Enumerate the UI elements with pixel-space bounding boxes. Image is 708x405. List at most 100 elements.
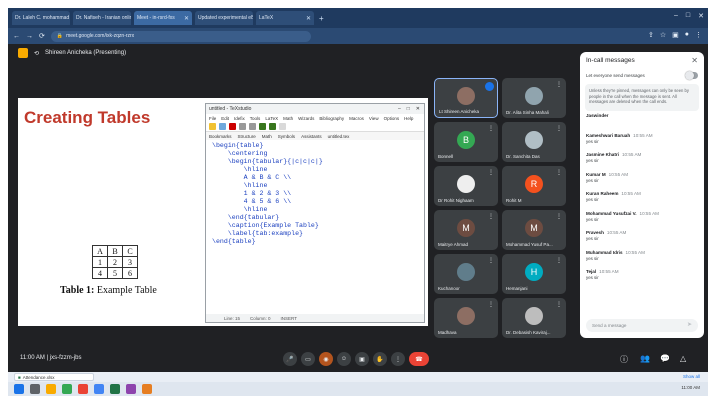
editor-panel-tab[interactable]: Symbols	[278, 134, 295, 139]
share-icon[interactable]: ⇪	[648, 31, 654, 39]
word-icon[interactable]	[94, 384, 104, 394]
editor-maximize-icon[interactable]: □	[407, 106, 410, 112]
tile-more-icon[interactable]: ⋮	[488, 301, 494, 308]
tab-close-icon[interactable]: ✕	[306, 15, 311, 22]
code-area[interactable]: \begin{table} \centering \begin{tabular}…	[206, 140, 424, 316]
editor-menu-item[interactable]: Idefix	[234, 116, 245, 121]
editor-panel-tab[interactable]: untitled.tex	[328, 134, 350, 139]
participant-tile[interactable]: M Maitrye Ahmad ⋮	[434, 210, 498, 250]
tile-more-icon[interactable]: ⋮	[556, 213, 562, 220]
raise-hand-icon[interactable]: ✋	[373, 352, 387, 366]
editor-menu-item[interactable]: Help	[404, 116, 413, 121]
editor-minimize-icon[interactable]: –	[398, 106, 401, 112]
microphone-icon[interactable]: 🎤	[283, 352, 297, 366]
forward-icon[interactable]: →	[26, 33, 33, 40]
minimize-icon[interactable]: –	[674, 12, 678, 20]
reload-icon[interactable]: ⟳	[39, 32, 45, 40]
editor-close-icon[interactable]: ✕	[416, 106, 420, 112]
tile-more-icon[interactable]: ⋮	[556, 169, 562, 176]
participant-tile[interactable]: Madhava ⋮	[434, 298, 498, 338]
editor-menu-item[interactable]: Options	[384, 116, 400, 121]
extensions-icon[interactable]: ▣	[672, 31, 679, 39]
browser-tab[interactable]: LaTeX ✕	[256, 11, 314, 25]
participant-tile[interactable]: Dr Rohit Nighaam ⋮	[434, 166, 498, 206]
browser-tab[interactable]: Dr. Nafiseh - Iranian online event✕	[73, 11, 131, 25]
tile-more-icon[interactable]: ⋮	[556, 301, 562, 308]
editor-menu-item[interactable]: Macros	[349, 116, 364, 121]
editor-menu-item[interactable]: View	[369, 116, 379, 121]
message-permission-toggle[interactable]	[685, 70, 698, 80]
menu-icon[interactable]: ⋮	[695, 31, 702, 39]
build-icon[interactable]	[259, 123, 266, 130]
texstudio-icon[interactable]	[126, 384, 136, 394]
star-icon[interactable]: ☆	[660, 31, 666, 39]
editor-menu-item[interactable]: Bibliography	[319, 116, 344, 121]
camera-icon[interactable]: ▭	[301, 352, 315, 366]
profile-icon[interactable]: ●	[685, 31, 689, 39]
chrome-icon[interactable]	[62, 384, 72, 394]
start-icon[interactable]	[14, 384, 24, 394]
people-icon[interactable]: 👥	[640, 354, 650, 363]
powerpoint-icon[interactable]	[142, 384, 152, 394]
tile-more-icon[interactable]: ⋮	[488, 169, 494, 176]
excel-icon[interactable]	[110, 384, 120, 394]
show-all-link[interactable]: Show all	[683, 374, 700, 379]
editor-menu-item[interactable]: File	[209, 116, 216, 121]
editor-panel-tab[interactable]: Math	[262, 134, 272, 139]
app-icon[interactable]	[78, 384, 88, 394]
open-file-icon[interactable]	[219, 123, 226, 130]
tile-more-icon[interactable]: ⋮	[488, 125, 494, 132]
editor-panel-tab[interactable]: Assistants	[301, 134, 322, 139]
browser-tab[interactable]: Dr. Laleh C. mohammad ki blog✕	[12, 11, 70, 25]
save-icon[interactable]	[229, 123, 236, 130]
chat-icon[interactable]: 💬	[660, 354, 670, 363]
browser-tab[interactable]: Updated experimental eBook with✕	[195, 11, 253, 25]
participant-tile[interactable]: H Hemanjani ⋮	[502, 254, 566, 294]
send-icon[interactable]: ➤	[687, 321, 692, 328]
editor-menu-item[interactable]: LaTeX	[265, 116, 278, 121]
new-file-icon[interactable]	[209, 123, 216, 130]
tile-more-icon[interactable]: ⋮	[556, 81, 562, 88]
file-explorer-icon[interactable]	[46, 384, 56, 394]
message-input[interactable]: Send a message ➤	[586, 319, 698, 332]
redo-icon[interactable]	[249, 123, 256, 130]
editor-menu-item[interactable]: Tools	[250, 116, 261, 121]
view-icon[interactable]	[279, 123, 286, 130]
download-item[interactable]: ■ Attendance.xlsx	[14, 373, 94, 381]
leave-call-button[interactable]: ☎	[409, 352, 429, 366]
tile-more-icon[interactable]: ⋮	[488, 213, 494, 220]
tab-close-icon[interactable]: ✕	[184, 15, 189, 22]
editor-panel-tab[interactable]: Structure	[238, 134, 256, 139]
compile-icon[interactable]	[269, 123, 276, 130]
participant-tile[interactable]: Kuchanoor ⋮	[434, 254, 498, 294]
undo-icon[interactable]	[239, 123, 246, 130]
url-field[interactable]: 🔒 meet.google.com/ixk-zqzn-rzrx	[50, 30, 311, 42]
participant-tile[interactable]: B Bonnell ⋮	[434, 122, 498, 162]
chat-close-icon[interactable]: ✕	[691, 56, 698, 65]
editor-menu-item[interactable]: Wizards	[298, 116, 314, 121]
new-tab-icon[interactable]: +	[319, 14, 324, 23]
captions-icon[interactable]: ◉	[319, 352, 333, 366]
participant-tile[interactable]: Dr. Debasish Kaviraj... ⋮	[502, 298, 566, 338]
participant-tile[interactable]: Lt Shireen Anicheka	[434, 78, 498, 118]
maximize-icon[interactable]: □	[686, 12, 690, 20]
participant-tile[interactable]: Dr. Alita Sinha Mahali ⋮	[502, 78, 566, 118]
more-options-icon[interactable]: ⋮	[391, 352, 405, 366]
close-icon[interactable]: ✕	[698, 12, 704, 20]
emoji-icon[interactable]: ☺	[337, 352, 351, 366]
pin-icon[interactable]: ⟲	[34, 50, 39, 57]
tile-more-icon[interactable]: ⋮	[556, 125, 562, 132]
present-icon[interactable]: ▣	[355, 352, 369, 366]
info-icon[interactable]: ⓘ	[620, 354, 628, 365]
editor-menu-item[interactable]: Math	[283, 116, 293, 121]
participant-tile[interactable]: M Mohammad Yusuf Pa... ⋮	[502, 210, 566, 250]
activities-icon[interactable]: △	[680, 354, 686, 363]
browser-tab[interactable]: Meet - in-rsrd-fxs ✕	[134, 11, 192, 25]
back-icon[interactable]: ←	[13, 33, 20, 40]
editor-menu-item[interactable]: Edit	[221, 116, 229, 121]
participant-tile[interactable]: Dr. Sanchita Das ⋮	[502, 122, 566, 162]
editor-panel-tab[interactable]: Bookmarks	[209, 134, 232, 139]
tile-more-icon[interactable]: ⋮	[556, 257, 562, 264]
participant-tile[interactable]: R Rohit M ⋮	[502, 166, 566, 206]
search-icon[interactable]	[30, 384, 40, 394]
